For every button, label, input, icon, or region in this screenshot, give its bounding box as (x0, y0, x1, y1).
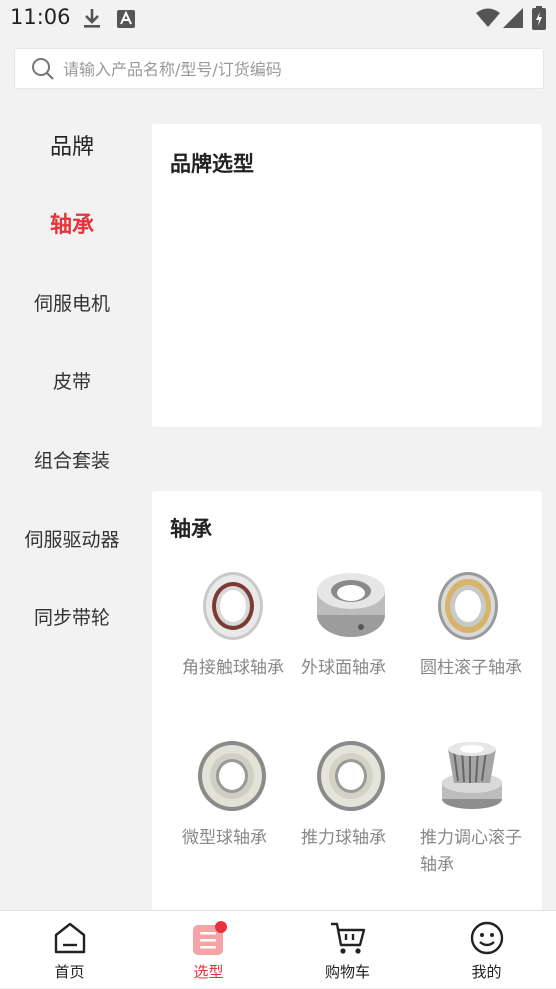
product-spherical-thrust-roller-bearing[interactable]: 推力调心滚子轴承 (416, 739, 524, 879)
product-name: 外球面轴承 (301, 658, 386, 678)
battery-icon (532, 6, 546, 34)
profile-icon (470, 921, 504, 959)
tab-home[interactable]: 首页 (0, 911, 139, 989)
download-icon (82, 8, 102, 34)
product-cylindrical-roller-bearing[interactable]: 圆柱滚子轴承 (416, 569, 524, 682)
product-angular-contact-bearing[interactable]: 角接触球轴承 (178, 569, 286, 682)
app-notification-icon (117, 10, 135, 32)
product-name: 角接触球轴承 (182, 658, 284, 678)
sidebar-item-combo-set[interactable]: 组合套装 (0, 434, 144, 484)
search-icon (31, 57, 55, 85)
miniature-ball-bearing-image (198, 741, 266, 811)
cylindrical-roller-bearing-image (438, 572, 498, 640)
home-icon (53, 921, 87, 959)
sidebar-item-timing-pulley[interactable]: 同步带轮 (0, 591, 144, 641)
insert-bearing-image (317, 573, 385, 637)
sidebar-item-servo-driver[interactable]: 伺服驱动器 (0, 513, 144, 563)
bottom-tab-bar: 首页 选型 购物车 我的 (0, 910, 556, 988)
status-bar: 11:06 (0, 0, 556, 38)
product-name: 推力调心滚子轴承 (420, 828, 522, 875)
tab-label: 首页 (54, 963, 85, 981)
sidebar-item-bearing[interactable]: 轴承 (0, 198, 144, 248)
sidebar-item-belt[interactable]: 皮带 (0, 355, 144, 405)
status-time: 11:06 (10, 5, 71, 29)
cart-icon (330, 921, 366, 959)
brand-section-title: 品牌选型 (170, 152, 254, 176)
product-name: 圆柱滚子轴承 (420, 658, 522, 678)
brand-selection-card: 品牌选型 (152, 124, 542, 427)
tab-cart[interactable]: 购物车 (278, 911, 417, 989)
sidebar-item-brand[interactable]: 品牌 (0, 120, 144, 170)
selection-icon (191, 921, 227, 961)
product-name: 微型球轴承 (182, 828, 267, 848)
tab-label: 我的 (471, 963, 502, 981)
tab-label: 选型 (193, 963, 224, 981)
sidebar-item-servo-motor[interactable]: 伺服电机 (0, 277, 144, 327)
tab-selection[interactable]: 选型 (139, 911, 278, 989)
bearing-section-title: 轴承 (170, 517, 212, 541)
product-miniature-ball-bearing[interactable]: 微型球轴承 (178, 739, 286, 852)
spherical-thrust-roller-bearing-image (442, 742, 502, 809)
wifi-icon (476, 8, 500, 32)
thrust-ball-bearing-image (317, 741, 385, 811)
search-input[interactable] (61, 49, 535, 90)
signal-icon (503, 8, 523, 32)
angular-contact-bearing-image (203, 572, 263, 640)
tab-profile[interactable]: 我的 (417, 911, 556, 989)
product-insert-bearing[interactable]: 外球面轴承 (297, 569, 405, 682)
product-thrust-ball-bearing[interactable]: 推力球轴承 (297, 739, 405, 852)
bearing-card: 轴承 角接触球轴承 外球面轴承 圆柱滚子轴承 微型球轴承 推力球轴承 推力调心滚… (152, 491, 542, 921)
tab-label: 购物车 (324, 963, 370, 981)
product-name: 推力球轴承 (301, 828, 386, 848)
search-bar[interactable] (14, 48, 544, 90)
